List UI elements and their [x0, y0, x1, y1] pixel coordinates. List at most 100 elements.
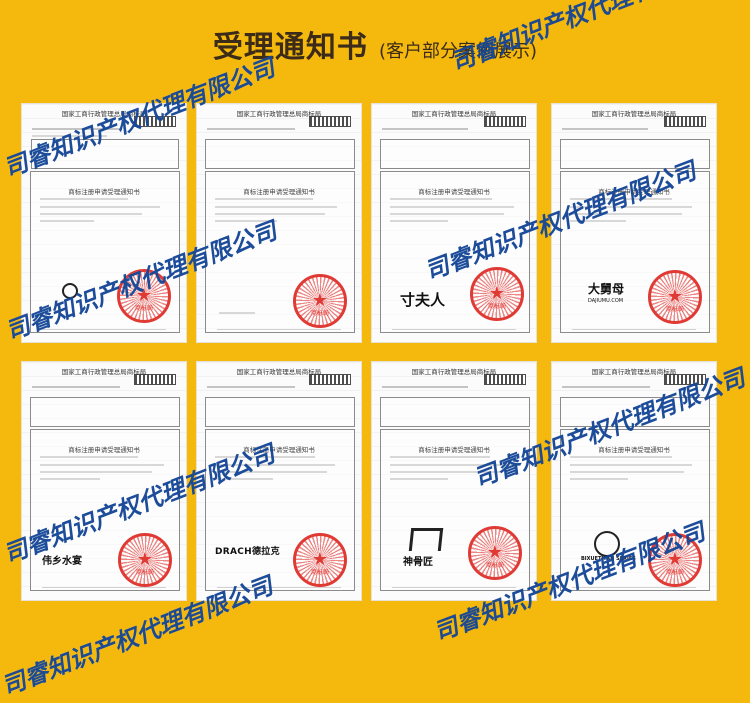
- notice-title: 商标注册申请受理通知书: [243, 188, 315, 196]
- stamp-mark: [309, 116, 351, 127]
- text-line: [215, 471, 327, 473]
- text-line: [215, 206, 337, 208]
- address-line: [562, 128, 648, 130]
- page-subtitle: (客户部分案例展示): [379, 41, 538, 62]
- address-line: [207, 128, 295, 130]
- text-line: [390, 464, 512, 466]
- info-box: [31, 139, 179, 169]
- brand-name: 大舅母: [588, 282, 625, 296]
- brand-logo: DRACH德拉克: [215, 547, 280, 557]
- notice-title: 商标注册申请受理通知书: [598, 446, 670, 454]
- brand-logo: BIXUETITAN SERIES: [581, 556, 636, 562]
- info-box: [560, 397, 710, 427]
- notice-title: 商标注册申请受理通知书: [418, 446, 490, 454]
- text-line: [215, 464, 335, 466]
- text-line: [215, 213, 325, 215]
- document-header: 国家工商行政管理总局商标局: [207, 108, 351, 130]
- footer-line: [217, 587, 341, 588]
- seal-text: 商标局: [485, 562, 505, 569]
- text-line: [570, 478, 628, 480]
- address-line: [382, 128, 468, 130]
- address-line: [32, 386, 120, 388]
- seal: 商标局: [117, 269, 171, 323]
- text-line: [390, 198, 492, 200]
- text-line: [570, 213, 682, 215]
- document-card-8: 国家工商行政管理总局商标局 商标注册申请受理通知书 BIXUETITAN SER…: [552, 362, 716, 600]
- document-header: 国家工商行政管理总局商标局: [32, 366, 176, 388]
- seal: 商标局: [648, 270, 702, 324]
- text-line: [570, 206, 692, 208]
- info-box: [205, 139, 355, 169]
- document-header: 国家工商行政管理总局商标局: [562, 366, 706, 388]
- seal: 商标局: [118, 533, 172, 587]
- stamp-mark: [664, 374, 706, 385]
- text-line: [570, 464, 692, 466]
- info-box: [205, 397, 355, 427]
- document-card-1: 国家工商行政管理总局商标局 商标注册申请受理通知书 商标局: [22, 104, 186, 342]
- brand-logo: 寸夫人: [400, 291, 446, 309]
- brand-logo: 伟乡水宴: [42, 556, 82, 567]
- text-line: [390, 478, 448, 480]
- notice-title: 商标注册申请受理通知书: [418, 188, 490, 196]
- seal: 商标局: [293, 274, 347, 328]
- brand-mark-icon: [62, 283, 78, 299]
- notice-title: 商标注册申请受理通知书: [68, 188, 140, 196]
- seal-text: 商标局: [135, 569, 155, 576]
- footer-line: [392, 587, 516, 588]
- brand-logo: 神骨匠: [403, 557, 433, 568]
- document-grid: 国家工商行政管理总局商标局 商标注册申请受理通知书 商标局 国家工商行政管理总局…: [22, 104, 728, 604]
- document-header: 国家工商行政管理总局商标局: [382, 108, 526, 130]
- text-line: [40, 464, 164, 466]
- header: 受理通知书 (客户部分案例展示): [0, 22, 750, 72]
- address-line: [32, 128, 122, 130]
- brand-logo-icon: [408, 528, 444, 551]
- text-line: [215, 220, 277, 222]
- brand-subtext: DAJIUMU.COM: [588, 298, 624, 304]
- text-line: [40, 206, 160, 208]
- seal: 商标局: [470, 267, 524, 321]
- text-line: [40, 198, 128, 200]
- text-line: [40, 213, 142, 215]
- footer-line: [217, 329, 341, 330]
- seal: 商标局: [468, 526, 522, 580]
- text-line: [390, 220, 448, 222]
- address-line: [207, 386, 295, 388]
- stamp-mark: [484, 374, 526, 385]
- footer-line: [42, 329, 166, 330]
- page-title: 受理通知书: [212, 30, 368, 65]
- document-header: 国家工商行政管理总局商标局: [382, 366, 526, 388]
- document-header: 国家工商行政管理总局商标局: [562, 108, 706, 130]
- stamp-mark: [484, 116, 526, 127]
- text-line: [215, 456, 315, 458]
- text-line: [390, 206, 514, 208]
- address-line: [382, 386, 468, 388]
- document-card-5: 国家工商行政管理总局商标局 商标注册申请受理通知书 伟乡水宴 商标局: [22, 362, 186, 600]
- info-box: [30, 397, 180, 427]
- stamp-mark: [134, 374, 176, 385]
- document-card-2: 国家工商行政管理总局商标局 商标注册申请受理通知书 商标局: [197, 104, 361, 342]
- footer-line: [572, 329, 696, 330]
- text-line: [390, 213, 504, 215]
- info-box: [380, 139, 530, 169]
- text-line: [215, 478, 273, 480]
- text-line: [570, 220, 626, 222]
- text-line: [40, 471, 152, 473]
- notice-title: 商标注册申请受理通知书: [598, 188, 670, 196]
- text-line: [219, 312, 255, 314]
- document-header: 国家工商行政管理总局商标局: [32, 108, 176, 130]
- seal-text: 商标局: [310, 310, 330, 317]
- text-line: [40, 478, 100, 480]
- seal-text: 商标局: [665, 569, 685, 576]
- brand-logo-icon: [594, 531, 620, 557]
- notice-title: 商标注册申请受理通知书: [243, 446, 315, 454]
- document-card-3: 国家工商行政管理总局商标局 商标注册申请受理通知书 寸夫人 商标局: [372, 104, 536, 342]
- seal-text: 商标局: [310, 569, 330, 576]
- address-line: [32, 135, 107, 137]
- text-line: [215, 198, 313, 200]
- stamp-mark: [664, 116, 706, 127]
- info-box: [380, 397, 530, 427]
- seal: 商标局: [648, 533, 702, 587]
- text-line: [40, 220, 94, 222]
- seal-text: 商标局: [665, 306, 685, 313]
- notice-title: 商标注册申请受理通知书: [68, 446, 140, 454]
